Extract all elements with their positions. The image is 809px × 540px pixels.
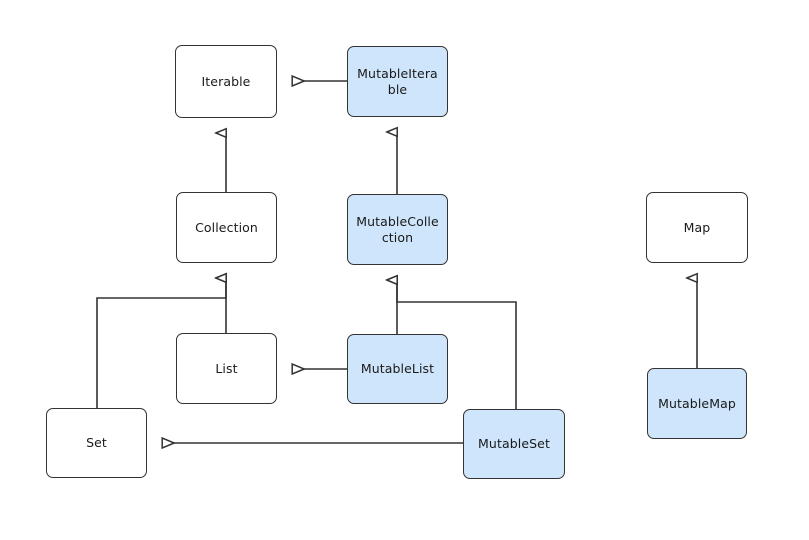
node-label-iterable: Iterable bbox=[201, 73, 251, 89]
node-mutable-map[interactable]: MutableMap bbox=[647, 368, 747, 439]
diagram-canvas: Iterable MutableIterable Collection Muta… bbox=[0, 0, 809, 540]
node-label-mutable-list: MutableList bbox=[360, 361, 435, 377]
node-label-collection: Collection bbox=[195, 219, 258, 235]
node-list[interactable]: List bbox=[176, 333, 277, 404]
node-collection[interactable]: Collection bbox=[176, 192, 277, 263]
node-label-mutable-set: MutableSet bbox=[478, 436, 550, 452]
node-map[interactable]: Map bbox=[646, 192, 748, 263]
node-label-list: List bbox=[215, 360, 238, 376]
node-label-map: Map bbox=[683, 219, 711, 235]
node-label-mutable-iterable: MutableIterable bbox=[357, 66, 438, 97]
node-mutable-set[interactable]: MutableSet bbox=[463, 409, 565, 479]
node-label-set: Set bbox=[86, 435, 107, 451]
node-mutable-collection[interactable]: MutableCollection bbox=[347, 194, 448, 265]
node-label-mutable-map: MutableMap bbox=[658, 395, 736, 411]
node-set[interactable]: Set bbox=[46, 408, 147, 478]
node-iterable[interactable]: Iterable bbox=[175, 45, 277, 118]
node-mutable-iterable[interactable]: MutableIterable bbox=[347, 46, 448, 117]
node-label-mutable-collection: MutableCollection bbox=[356, 214, 439, 245]
node-mutable-list[interactable]: MutableList bbox=[347, 334, 448, 404]
